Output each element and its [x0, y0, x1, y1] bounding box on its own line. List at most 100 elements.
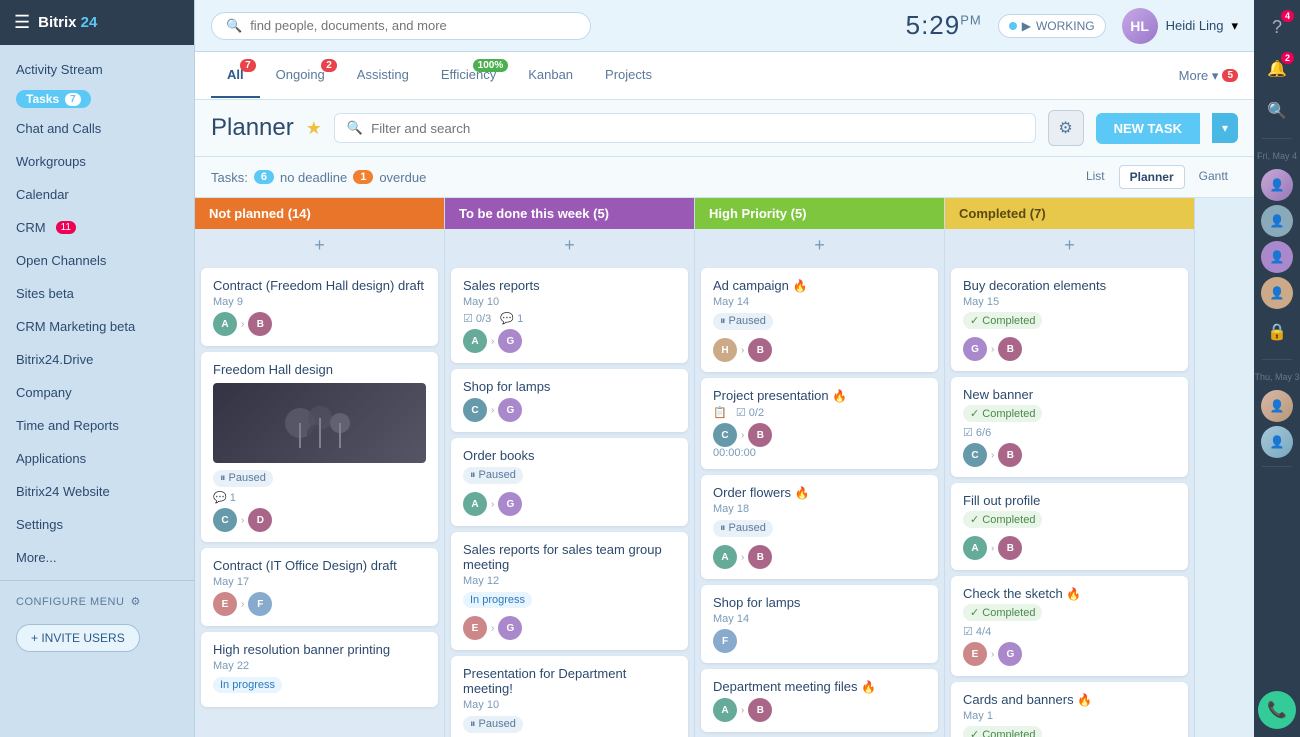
column-not-planned: Not planned (14) + Contract (Freedom Hal…: [195, 198, 445, 737]
tab-assisting[interactable]: Assisting: [341, 53, 425, 98]
avatar: B: [998, 536, 1022, 560]
status-icon: ▶: [1022, 19, 1031, 33]
lock-icon[interactable]: 🔒: [1258, 313, 1296, 351]
avatar: H: [713, 338, 737, 362]
favorite-star-icon[interactable]: ★: [306, 118, 322, 139]
sidebar-item-bitrix-website[interactable]: Bitrix24 Website: [0, 475, 194, 508]
tab-more[interactable]: More ▾ 5: [1179, 68, 1238, 84]
sidebar-item-crm[interactable]: CRM 11: [0, 211, 194, 244]
sidebar-item-calendar[interactable]: Calendar: [0, 178, 194, 211]
new-task-dropdown-button[interactable]: ▾: [1212, 113, 1238, 143]
contact-avatar-3[interactable]: 👤: [1261, 241, 1293, 273]
tab-projects[interactable]: Projects: [589, 53, 668, 98]
avatar: B: [248, 312, 272, 336]
invite-users-button[interactable]: + INVITE USERS: [16, 624, 140, 652]
tab-all[interactable]: All 7: [211, 53, 260, 98]
sidebar-item-settings[interactable]: Settings: [0, 508, 194, 541]
sidebar-item-sites[interactable]: Sites beta: [0, 277, 194, 310]
tab-efficiency[interactable]: Efficiency 100%: [425, 53, 512, 98]
separator-2: [1262, 359, 1292, 360]
column-completed: Completed (7) + Buy decoration elements …: [945, 198, 1195, 737]
user-area[interactable]: HL Heidi Ling ▾: [1122, 8, 1238, 44]
sidebar-item-activity[interactable]: Activity Stream: [0, 53, 194, 86]
avatar: C: [963, 443, 987, 467]
question-icon[interactable]: ? 4: [1258, 8, 1296, 46]
card-order-books[interactable]: Order books ⏸ Paused A › G: [451, 438, 688, 526]
tabs-bar: All 7 Ongoing 2 Assisting Efficiency 100…: [195, 52, 1254, 100]
working-status-button[interactable]: ▶ WORKING: [998, 14, 1106, 38]
card-order-flowers[interactable]: Order flowers 🔥 May 18 ⏸ Paused A › B: [701, 475, 938, 579]
column-high-priority: High Priority (5) + Ad campaign 🔥 May 14…: [695, 198, 945, 737]
column-add-high-priority[interactable]: +: [695, 229, 944, 262]
view-gantt-button[interactable]: Gantt: [1189, 165, 1238, 189]
card-dept-meeting-files[interactable]: Department meeting files 🔥 A › B: [701, 669, 938, 732]
filter-bar[interactable]: 🔍: [334, 113, 1036, 143]
contact-avatar-6[interactable]: 👤: [1261, 426, 1293, 458]
search-icon[interactable]: 🔍: [1258, 92, 1296, 130]
phone-icon[interactable]: 📞: [1258, 691, 1296, 729]
settings-gear-button[interactable]: ⚙: [1048, 110, 1084, 146]
filter-input[interactable]: [371, 121, 1023, 136]
tasks-chip[interactable]: Tasks 7: [16, 90, 91, 108]
sidebar-item-workgroups[interactable]: Workgroups: [0, 145, 194, 178]
column-cards-high-priority: Ad campaign 🔥 May 14 ⏸ Paused H › B Proj…: [695, 262, 944, 737]
card-contract-freedom[interactable]: Contract (Freedom Hall design) draft May…: [201, 268, 438, 346]
card-shop-lamps[interactable]: Shop for lamps C › G: [451, 369, 688, 432]
search-input[interactable]: [250, 18, 576, 33]
stats-tasks-label: Tasks: 6 no deadline 1 overdue: [211, 170, 426, 185]
contact-avatar-5[interactable]: 👤: [1261, 390, 1293, 422]
column-add-completed[interactable]: +: [945, 229, 1194, 262]
card-ad-campaign[interactable]: Ad campaign 🔥 May 14 ⏸ Paused H › B: [701, 268, 938, 372]
chevron-down-icon: ▾: [1231, 18, 1238, 34]
avatar: A: [713, 698, 737, 722]
contact-avatar-1[interactable]: 👤: [1261, 169, 1293, 201]
sidebar: ☰ Bitrix 24 Activity Stream Tasks 7 Chat…: [0, 0, 195, 737]
avatar: A: [213, 312, 237, 336]
sidebar-item-company[interactable]: Company: [0, 376, 194, 409]
sidebar-item-more[interactable]: More...: [0, 541, 194, 574]
view-planner-button[interactable]: Planner: [1119, 165, 1185, 189]
card-new-banner[interactable]: New banner ✓ Completed ☑ 6/6 C › B: [951, 377, 1188, 477]
card-fill-profile[interactable]: Fill out profile ✓ Completed A › B: [951, 483, 1188, 570]
column-header-completed: Completed (7): [945, 198, 1194, 229]
column-add-to-be-done[interactable]: +: [445, 229, 694, 262]
avatar: B: [748, 338, 772, 362]
column-add-not-planned[interactable]: +: [195, 229, 444, 262]
card-buy-decoration[interactable]: Buy decoration elements May 15 ✓ Complet…: [951, 268, 1188, 371]
avatar: G: [998, 642, 1022, 666]
sidebar-item-chat[interactable]: Chat and Calls: [0, 112, 194, 145]
notification-bell-icon[interactable]: 🔔 2: [1258, 50, 1296, 88]
column-cards-completed: Buy decoration elements May 15 ✓ Complet…: [945, 262, 1194, 737]
sidebar-item-crm-marketing[interactable]: CRM Marketing beta: [0, 310, 194, 343]
contact-avatar-2[interactable]: 👤: [1261, 205, 1293, 237]
card-contract-it[interactable]: Contract (IT Office Design) draft May 17…: [201, 548, 438, 626]
card-sales-reports-meeting[interactable]: Sales reports for sales team group meeti…: [451, 532, 688, 650]
tab-ongoing[interactable]: Ongoing 2: [260, 53, 341, 98]
card-cards-banners[interactable]: Cards and banners 🔥 May 1 ✓ Completed H …: [951, 682, 1188, 737]
new-task-button[interactable]: NEW TASK: [1096, 113, 1200, 144]
configure-menu-row[interactable]: CONFIGURE MENU ⚙: [0, 587, 194, 616]
card-freedom-hall[interactable]: Freedom Hall design ⏸ Paused: [201, 352, 438, 542]
avatar: G: [498, 398, 522, 422]
view-buttons: List Planner Gantt: [1076, 165, 1238, 189]
right-sidebar: ? 4 🔔 2 🔍 Fri, May 4 👤 👤 👤 👤 🔒 Thu, May …: [1254, 0, 1300, 737]
sidebar-item-applications[interactable]: Applications: [0, 442, 194, 475]
sidebar-item-drive[interactable]: Bitrix24.Drive: [0, 343, 194, 376]
card-banner-printing[interactable]: High resolution banner printing May 22 I…: [201, 632, 438, 707]
card-project-presentation[interactable]: Project presentation 🔥 📋 ☑ 0/2 C › B 00:…: [701, 378, 938, 469]
sidebar-item-open-channels[interactable]: Open Channels: [0, 244, 194, 277]
search-bar[interactable]: 🔍: [211, 12, 591, 40]
hamburger-menu[interactable]: ☰: [14, 12, 30, 33]
sidebar-item-time-reports[interactable]: Time and Reports: [0, 409, 194, 442]
tab-kanban[interactable]: Kanban: [512, 53, 589, 98]
card-presentation-dept[interactable]: Presentation for Department meeting! May…: [451, 656, 688, 737]
kanban-board: Not planned (14) + Contract (Freedom Hal…: [195, 198, 1254, 737]
column-header-high-priority: High Priority (5): [695, 198, 944, 229]
card-sales-reports[interactable]: Sales reports May 10 ☑ 0/3 💬 1 A › G: [451, 268, 688, 363]
avatar: D: [248, 508, 272, 532]
contact-avatar-4[interactable]: 👤: [1261, 277, 1293, 309]
gear-icon[interactable]: ⚙: [130, 595, 140, 608]
card-check-sketch[interactable]: Check the sketch 🔥 ✓ Completed ☑ 4/4 E ›…: [951, 576, 1188, 676]
view-list-button[interactable]: List: [1076, 165, 1115, 189]
card-shop-lamps-hp[interactable]: Shop for lamps May 14 F: [701, 585, 938, 663]
